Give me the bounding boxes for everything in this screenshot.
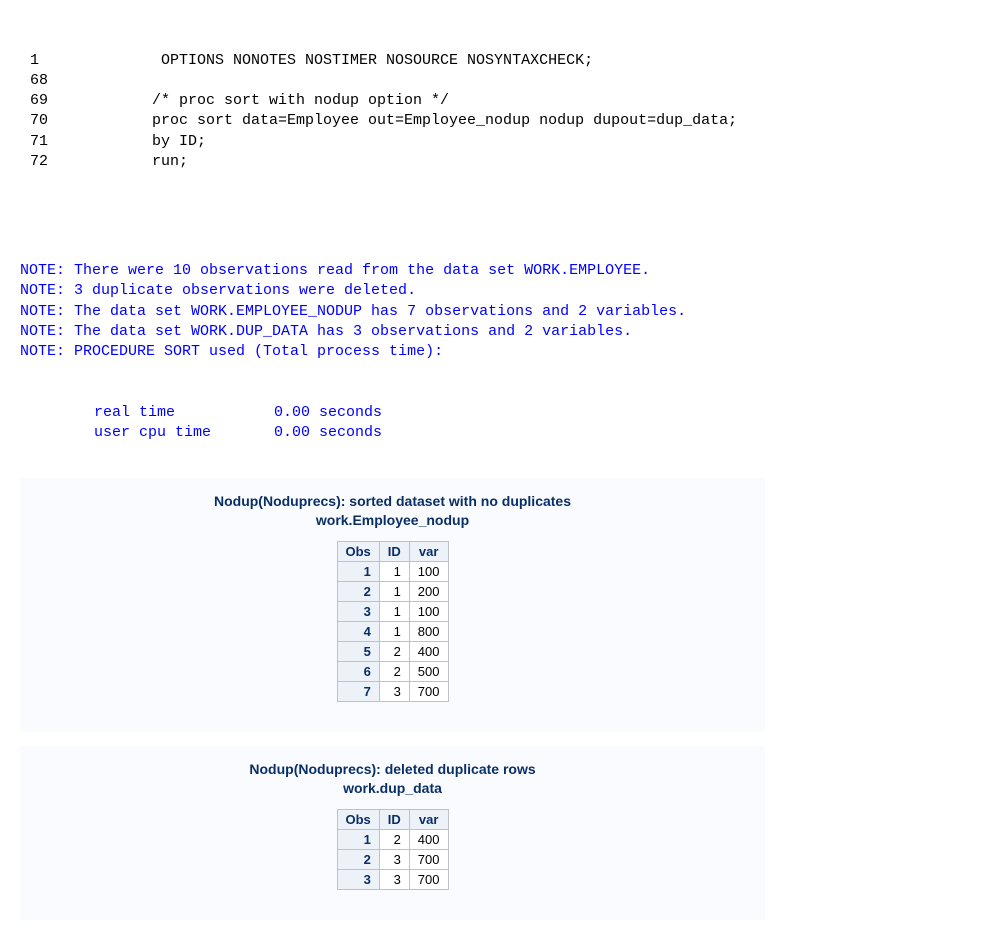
cell-id: 3 [379, 849, 409, 869]
log-note-line: NOTE: 3 duplicate observations were dele… [20, 281, 979, 301]
cell-id: 1 [379, 581, 409, 601]
log-code-line: 1 OPTIONS NONOTES NOSTIMER NOSOURCE NOSY… [20, 51, 979, 71]
table-row: 62500 [337, 661, 448, 681]
log-code-lines: 1 OPTIONS NONOTES NOSTIMER NOSOURCE NOSY… [20, 51, 979, 173]
col-id: ID [379, 541, 409, 561]
table-row: 73700 [337, 681, 448, 701]
col-var: var [409, 809, 448, 829]
cell-id: 1 [379, 561, 409, 581]
output-block-dupdata: Nodup(Noduprecs): deleted duplicate rows… [20, 746, 765, 920]
cell-obs: 7 [337, 681, 379, 701]
log-note-line: NOTE: PROCEDURE SORT used (Total process… [20, 342, 979, 362]
table-row: 41800 [337, 621, 448, 641]
cell-obs: 2 [337, 849, 379, 869]
cell-var: 100 [409, 561, 448, 581]
log-line-code: OPTIONS NONOTES NOSTIMER NOSOURCE NOSYNT… [125, 51, 593, 71]
log-line-code: run; [125, 152, 188, 172]
cell-obs: 3 [337, 601, 379, 621]
table-row: 23700 [337, 849, 448, 869]
output-block-nodup: Nodup(Noduprecs): sorted dataset with no… [20, 478, 765, 732]
output-title-line1: Nodup(Noduprecs): deleted duplicate rows [249, 761, 535, 777]
table-dupdata: Obs ID var 124002370033700 [337, 809, 449, 890]
cell-id: 3 [379, 869, 409, 889]
table-row: 21200 [337, 581, 448, 601]
log-code-line: 72 run; [20, 152, 979, 172]
log-timing-line: user cpu time 0.00 seconds [20, 423, 979, 443]
log-code-line: 70 proc sort data=Employee out=Employee_… [20, 111, 979, 131]
table-header-row: Obs ID var [337, 809, 448, 829]
table-row: 12400 [337, 829, 448, 849]
cell-var: 100 [409, 601, 448, 621]
log-code-line: 68 [20, 71, 979, 91]
cell-var: 400 [409, 641, 448, 661]
cell-var: 500 [409, 661, 448, 681]
col-obs: Obs [337, 809, 379, 829]
table-header-row: Obs ID var [337, 541, 448, 561]
cell-obs: 1 [337, 829, 379, 849]
log-code-line: 69 /* proc sort with nodup option */ [20, 91, 979, 111]
col-id: ID [379, 809, 409, 829]
cell-var: 400 [409, 829, 448, 849]
table-row: 31100 [337, 601, 448, 621]
cell-var: 700 [409, 681, 448, 701]
output-title-line2: work.Employee_nodup [316, 512, 469, 528]
log-line-number: 68 [20, 71, 125, 91]
cell-id: 1 [379, 601, 409, 621]
output-title-nodup: Nodup(Noduprecs): sorted dataset with no… [20, 492, 765, 531]
cell-id: 2 [379, 641, 409, 661]
log-line-code: proc sort data=Employee out=Employee_nod… [125, 111, 737, 131]
cell-var: 800 [409, 621, 448, 641]
col-var: var [409, 541, 448, 561]
log-note-line: NOTE: There were 10 observations read fr… [20, 261, 979, 281]
log-line-code: /* proc sort with nodup option */ [125, 91, 449, 111]
log-note-line: NOTE: The data set WORK.EMPLOYEE_NODUP h… [20, 302, 979, 322]
cell-obs: 3 [337, 869, 379, 889]
log-line-number: 69 [20, 91, 125, 111]
col-obs: Obs [337, 541, 379, 561]
cell-obs: 5 [337, 641, 379, 661]
log-line-number: 70 [20, 111, 125, 131]
log-code-line: 71 by ID; [20, 132, 979, 152]
cell-id: 3 [379, 681, 409, 701]
table-row: 11100 [337, 561, 448, 581]
table-row: 33700 [337, 869, 448, 889]
sas-log: 1 OPTIONS NONOTES NOSTIMER NOSOURCE NOSY… [20, 10, 979, 464]
table-row: 52400 [337, 641, 448, 661]
output-title-line1: Nodup(Noduprecs): sorted dataset with no… [214, 493, 571, 509]
log-timing: real time 0.00 secondsuser cpu time 0.00… [20, 403, 979, 444]
cell-obs: 2 [337, 581, 379, 601]
table-nodup: Obs ID var 11100212003110041800524006250… [337, 541, 449, 702]
log-line-code: by ID; [125, 132, 206, 152]
log-line-number: 72 [20, 152, 125, 172]
log-note-line: NOTE: The data set WORK.DUP_DATA has 3 o… [20, 322, 979, 342]
cell-var: 700 [409, 849, 448, 869]
cell-id: 2 [379, 829, 409, 849]
log-line-number: 1 [20, 51, 125, 71]
cell-obs: 4 [337, 621, 379, 641]
cell-id: 1 [379, 621, 409, 641]
log-line-number: 71 [20, 132, 125, 152]
output-title-line2: work.dup_data [343, 780, 442, 796]
log-timing-line: real time 0.00 seconds [20, 403, 979, 423]
cell-var: 200 [409, 581, 448, 601]
cell-id: 2 [379, 661, 409, 681]
log-line-code [125, 71, 152, 91]
cell-var: 700 [409, 869, 448, 889]
cell-obs: 6 [337, 661, 379, 681]
log-notes: NOTE: There were 10 observations read fr… [20, 261, 979, 362]
cell-obs: 1 [337, 561, 379, 581]
output-title-dupdata: Nodup(Noduprecs): deleted duplicate rows… [20, 760, 765, 799]
